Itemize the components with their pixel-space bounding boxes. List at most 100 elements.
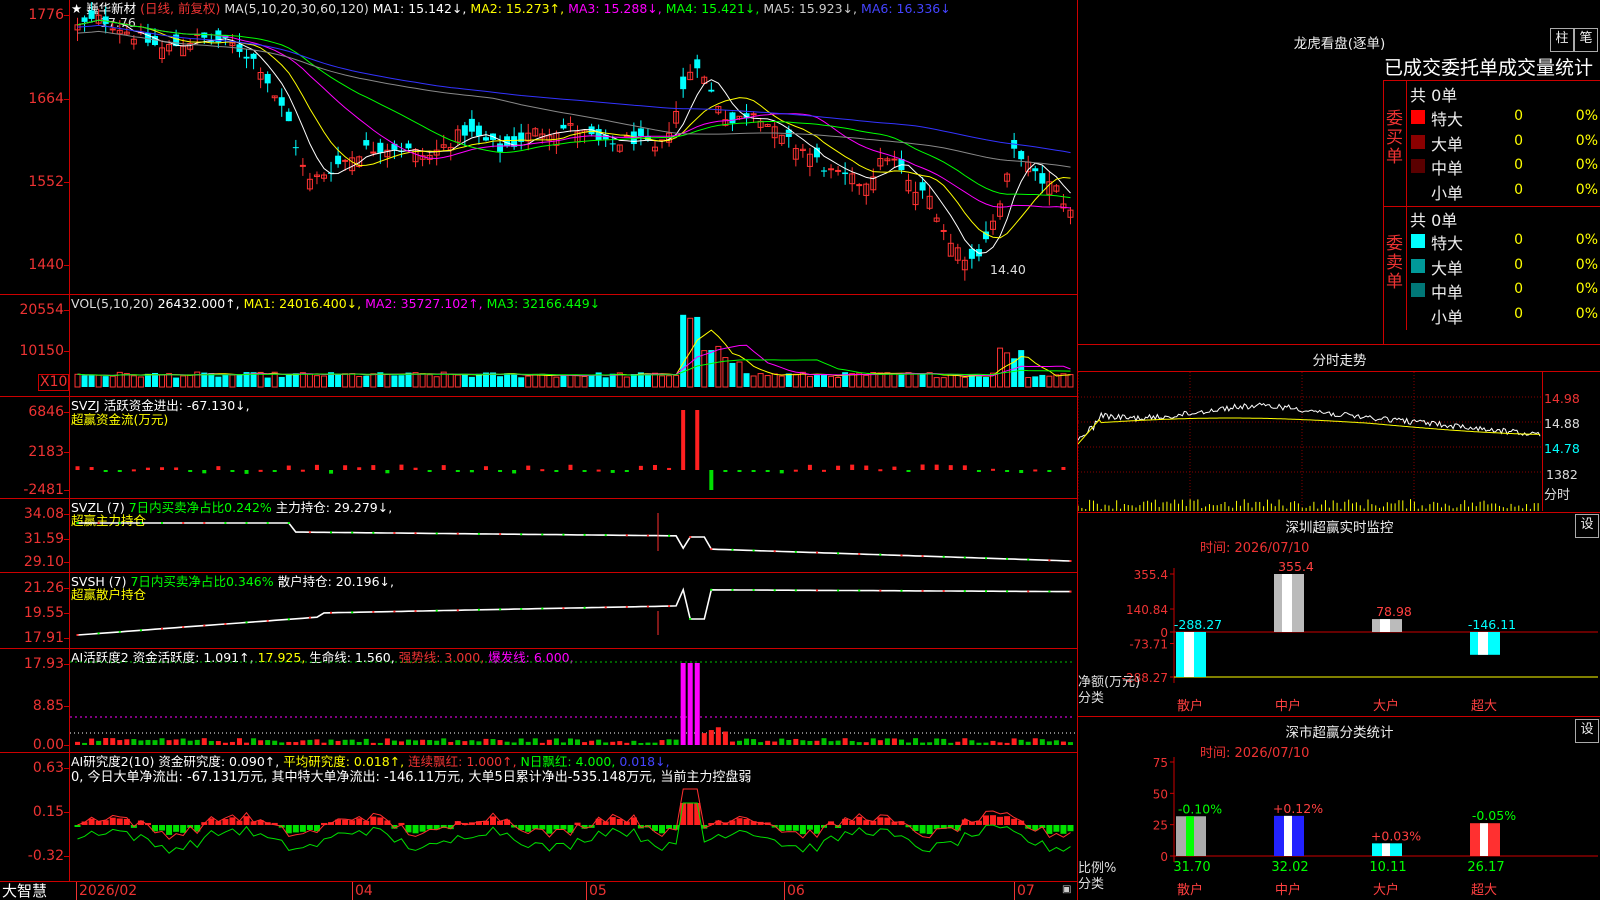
- volume-bar: [102, 376, 109, 387]
- chart-area[interactable]: 1776 1664 1552 1440 ★ 巍华新材 (日线, 前复权) MA(…: [0, 0, 1077, 900]
- holding-line: [77, 522, 1071, 562]
- holding-dot: [456, 532, 459, 535]
- order-color-swatch: [1411, 234, 1425, 248]
- holding-dot: [499, 608, 502, 611]
- volume-bar: [95, 374, 102, 388]
- activity-bar: [286, 741, 292, 745]
- sz-monitor-settings-button[interactable]: 设: [1575, 514, 1599, 538]
- research-bar: [785, 825, 792, 831]
- holding-dot: [351, 611, 354, 614]
- ai-research-pane[interactable]: 0.63 0.15 -0.32 AI研究度2(10) 资金研究度: 0.090↑…: [0, 753, 1077, 881]
- activity-bar: [715, 727, 721, 745]
- svzj-pane[interactable]: 6846 2183 -2481 SVZJ 活跃资金进出: -67.130↓, 超…: [0, 397, 1077, 499]
- candle-body: [560, 124, 567, 129]
- volume-ma-line: [77, 329, 1071, 378]
- activity-bar: [314, 739, 320, 745]
- flow-bar: [413, 467, 418, 470]
- research-bar: [884, 817, 891, 825]
- activity-bar: [258, 740, 264, 745]
- activity-bar: [638, 742, 644, 745]
- ma-line: [77, 19, 1071, 209]
- flow-bar: [779, 470, 784, 474]
- holding-dot: [752, 549, 755, 552]
- flow-bar: [286, 465, 291, 470]
- activity-bar: [884, 738, 890, 745]
- activity-bar: [567, 738, 573, 745]
- volume-bar: [926, 372, 933, 388]
- activity-bar: [265, 740, 271, 745]
- research-bar: [856, 816, 863, 825]
- candle-body: [243, 56, 250, 59]
- bar-mode-button[interactable]: 柱: [1550, 28, 1574, 52]
- holding-dot: [752, 589, 755, 591]
- activity-bar: [483, 738, 489, 745]
- stats-value-label: 32.02: [1271, 860, 1308, 875]
- activity-bar: [828, 741, 834, 745]
- volume-pane[interactable]: 20554 10150 X10 VOL(5,10,20) 26432.000↑,…: [0, 295, 1077, 397]
- intraday-panel[interactable]: 分时走势 14.98 14.88 14.78 1382 分时: [1078, 345, 1600, 513]
- activity-bar: [434, 740, 440, 745]
- holding-dot: [731, 548, 734, 551]
- activity-bar: [736, 740, 742, 745]
- activity-bar: [103, 738, 109, 745]
- candlestick-chart[interactable]: [70, 0, 1075, 292]
- fund-flow-chart: [75, 410, 1066, 490]
- activity-bar: [680, 663, 686, 745]
- volume-bar: [560, 374, 567, 387]
- research-bar: [419, 825, 426, 832]
- research-bar: [370, 816, 377, 825]
- activity-bar: [222, 742, 228, 745]
- volume-bar: [785, 373, 792, 387]
- order-percent: 0%: [1575, 281, 1598, 297]
- holding-dot: [985, 557, 987, 560]
- stats-bar-highlight: [1382, 843, 1390, 856]
- activity-bar: [180, 738, 186, 745]
- svsh-pane[interactable]: 21.26 19.55 17.91 SVSH (7) 7日内买卖净占比0.346…: [0, 573, 1077, 649]
- holding-dot: [435, 532, 438, 535]
- research-bar: [490, 816, 497, 825]
- candle-body: [609, 143, 616, 145]
- activity-bar: [1039, 739, 1045, 745]
- stroke-mode-button[interactable]: 笔: [1574, 28, 1598, 52]
- flow-bar: [920, 464, 925, 470]
- stats-axis-label: 75: [1153, 757, 1168, 770]
- price-pane[interactable]: 1776 1664 1552 1440 ★ 巍华新材 (日线, 前复权) MA(…: [0, 0, 1077, 295]
- holding-dot: [858, 553, 861, 555]
- holding-dot: [97, 522, 100, 524]
- flow-bar: [1047, 470, 1052, 472]
- activity-bar: [814, 740, 820, 745]
- volume-bar: [356, 375, 363, 388]
- activity-bar: [673, 739, 679, 745]
- activity-bar: [821, 738, 827, 745]
- holding-dot: [879, 589, 882, 592]
- research-bar: [1004, 816, 1011, 825]
- volume-bar: [130, 375, 137, 388]
- order-percent: 0%: [1575, 256, 1598, 273]
- volume-bar: [447, 373, 454, 388]
- date-axis: 大智慧 2026/02 04 05 06 07 ▣: [0, 881, 1077, 900]
- activity-bar: [370, 742, 376, 745]
- svzl-pane[interactable]: 34.08 31.59 29.10 SVZL (7) 7日内买卖净占比0.242…: [0, 499, 1077, 573]
- activity-bar: [201, 738, 207, 745]
- activity-bar: [124, 739, 130, 745]
- candle-body: [405, 143, 412, 149]
- candle-body: [264, 73, 271, 84]
- sz-stats-settings-button[interactable]: 设: [1575, 719, 1599, 743]
- volume-bar: [623, 376, 630, 388]
- ai-activity-pane[interactable]: 17.93 8.85 0.00 AI活跃度2 资金活跃度: 1.091↑, 17…: [0, 649, 1077, 753]
- stats-bar-highlight: [1284, 815, 1292, 856]
- volume-bar: [137, 376, 144, 388]
- ma-line: [77, 24, 1071, 154]
- holding-dot: [794, 550, 797, 553]
- activity-bar: [229, 741, 235, 745]
- lock-icon[interactable]: ▣: [1062, 885, 1072, 895]
- research-bar: [285, 825, 292, 834]
- order-color-swatch: [1411, 110, 1425, 124]
- volume-bar: [335, 374, 342, 387]
- order-count: 0: [1514, 232, 1523, 248]
- activity-bar: [617, 741, 623, 745]
- volume-bar: [236, 374, 243, 387]
- volume-bar: [461, 374, 468, 387]
- flow-bar: [582, 470, 587, 472]
- flow-bar: [568, 464, 573, 470]
